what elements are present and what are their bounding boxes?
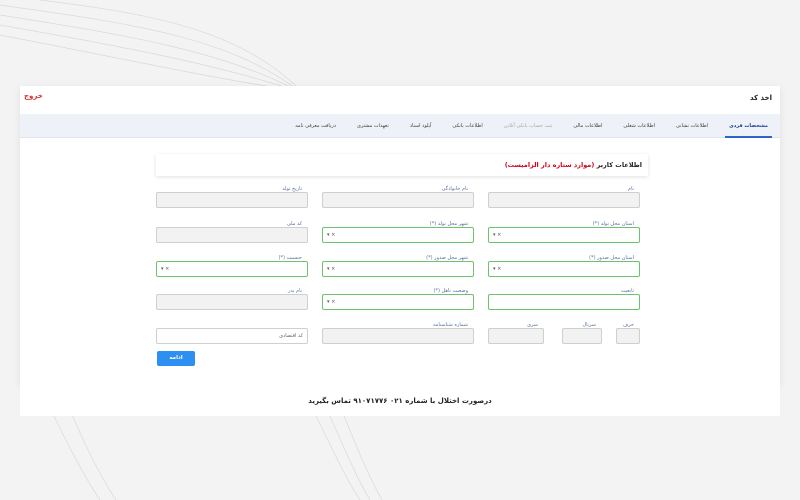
birth-city-select[interactable]: شهر محل تولد (*) ▾ × (322, 221, 474, 243)
birth-province-select[interactable]: استان محل تولد (*) ▾ × (488, 221, 640, 243)
letter-field[interactable]: حرف (616, 322, 640, 344)
economic-code-placeholder: کد اقتصادی (279, 333, 303, 339)
birth-date-input[interactable] (156, 192, 308, 208)
tab-personal-info[interactable]: مشخصات فردی (725, 114, 772, 138)
clear-icon[interactable]: × (331, 232, 335, 238)
name-input[interactable] (488, 192, 640, 208)
chevron-down-icon[interactable]: ▾ (493, 266, 496, 272)
chevron-down-icon[interactable]: ▾ (493, 232, 496, 238)
chevron-down-icon[interactable]: ▾ (327, 232, 330, 238)
tab-bank-info[interactable]: اطلاعات بانکی (452, 114, 482, 138)
form-title-text: اطلاعات کاربر (596, 161, 642, 169)
select-controls[interactable]: ▾ × (327, 266, 335, 272)
father-name-input[interactable] (156, 294, 308, 310)
series-field[interactable]: سری (488, 322, 544, 344)
chevron-down-icon[interactable]: ▾ (327, 299, 330, 305)
series-input[interactable] (488, 328, 544, 344)
issue-city-select[interactable]: شهر محل صدور (*) ▾ × (322, 255, 474, 277)
issue-city-box[interactable] (322, 261, 474, 277)
gender-select[interactable]: جنسیت (*) ▾ × (156, 255, 308, 277)
birth-province-box[interactable] (488, 227, 640, 243)
form-title: اطلاعات کاربر (موارد ستاره دار الزامیست) (156, 154, 648, 176)
required-note: (موارد ستاره دار الزامیست) (504, 161, 595, 169)
national-code-field[interactable]: کد ملی (156, 221, 308, 243)
family-input[interactable] (322, 192, 474, 208)
clear-icon[interactable]: × (497, 232, 501, 238)
clear-icon[interactable]: × (165, 266, 169, 272)
tab-address-info[interactable]: اطلاعات نشانی (676, 114, 708, 138)
tab-customer-commitments[interactable]: تعهدات مشتری (357, 114, 389, 138)
father-name-field[interactable]: نام پدر (156, 288, 308, 310)
birth-city-box[interactable] (322, 227, 474, 243)
clear-icon[interactable]: × (331, 266, 335, 272)
tab-bar: مشخصات فردی اطلاعات نشانی اطلاعات شغلی ا… (20, 114, 780, 138)
select-controls[interactable]: ▾ × (161, 266, 169, 272)
select-controls[interactable]: ▾ × (493, 266, 501, 272)
nationality-box[interactable] (488, 294, 640, 310)
tab-upload-documents[interactable]: آپلود اسناد (410, 114, 432, 138)
family-field[interactable]: نام خانوادگی (322, 186, 474, 208)
marital-status-select[interactable]: وضعیت تاهل (*) ▾ × (322, 288, 474, 310)
clear-icon[interactable]: × (497, 266, 501, 272)
continue-button[interactable]: ادامه (157, 351, 195, 366)
gender-box[interactable] (156, 261, 308, 277)
marital-status-box[interactable] (322, 294, 474, 310)
support-footer: درصورت اختلال با شماره ۰۲۱ ۹۱۰۷۱۷۷۶ تماس… (20, 386, 780, 416)
app-title: اخذ کد (749, 94, 772, 102)
birth-date-field[interactable]: تاریخ تولد (156, 186, 308, 208)
name-field[interactable]: نام (488, 186, 640, 208)
top-bar: اخذ کد خروج (20, 86, 780, 114)
logout-link[interactable]: خروج (24, 92, 43, 100)
select-controls[interactable]: ▾ × (327, 232, 335, 238)
user-info-form: اطلاعات کاربر (موارد ستاره دار الزامیست)… (156, 154, 648, 370)
tab-online-bank-account[interactable]: ثبت حساب بانکی آنلاین (504, 114, 553, 138)
clear-icon[interactable]: × (331, 299, 335, 305)
serial-field[interactable]: سریال (562, 322, 602, 344)
chevron-down-icon[interactable]: ▾ (161, 266, 164, 272)
issue-province-select[interactable]: استان محل صدور (*) ▾ × (488, 255, 640, 277)
main-card: اخذ کد خروج مشخصات فردی اطلاعات نشانی اط… (20, 86, 780, 416)
chevron-down-icon[interactable]: ▾ (327, 266, 330, 272)
select-controls[interactable]: ▾ × (493, 232, 501, 238)
tab-job-info[interactable]: اطلاعات شغلی (623, 114, 655, 138)
tab-introduction-letter[interactable]: دریافت معرفی نامه (295, 114, 336, 138)
tab-financial-info[interactable]: اطلاعات مالی (573, 114, 602, 138)
select-controls[interactable]: ▾ × (327, 299, 335, 305)
serial-input[interactable] (562, 328, 602, 344)
id-number-input[interactable] (322, 328, 474, 344)
issue-province-box[interactable] (488, 261, 640, 277)
economic-code-field[interactable]: کد اقتصادی (156, 322, 308, 344)
nationality-select[interactable]: تابعیت (488, 288, 640, 310)
national-code-input[interactable] (156, 227, 308, 243)
id-number-field[interactable]: شماره شناسنامه (322, 322, 474, 344)
letter-input[interactable] (616, 328, 640, 344)
